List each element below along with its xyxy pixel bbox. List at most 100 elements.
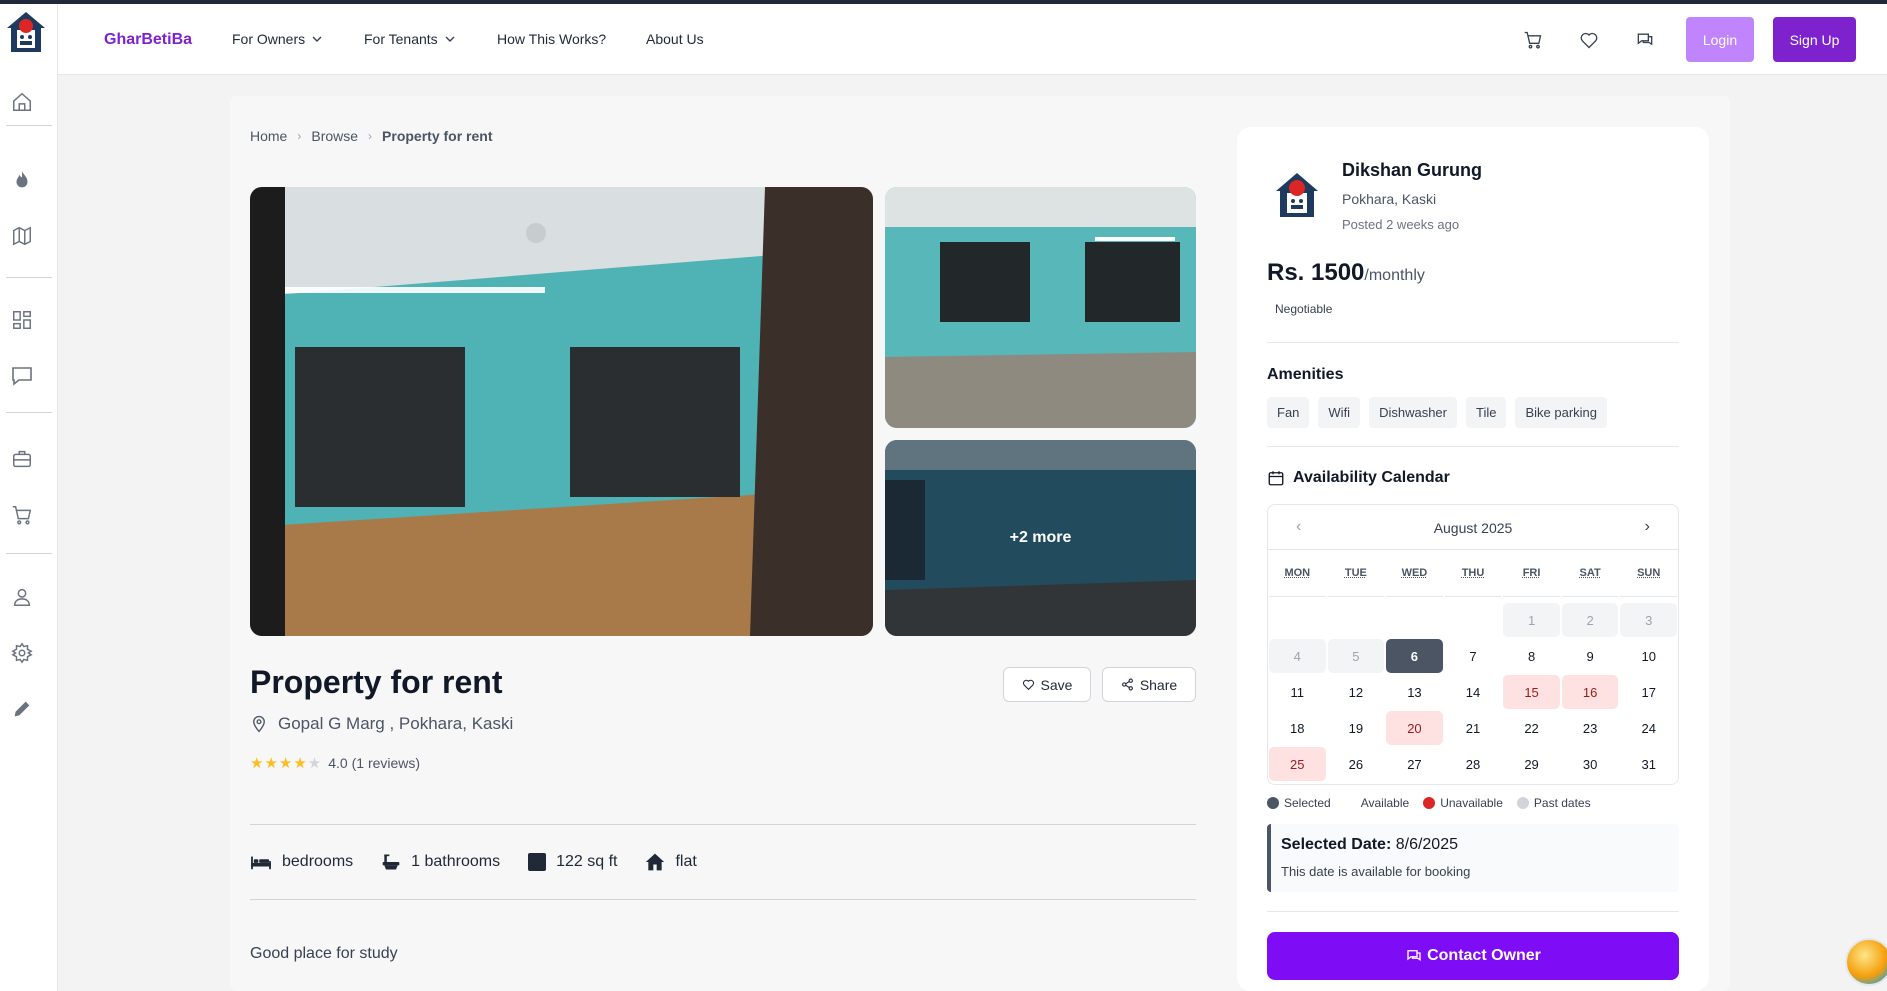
owner-location: Pokhara, Kaski: [1342, 191, 1437, 207]
briefcase-icon[interactable]: [8, 445, 36, 473]
nav-about-us[interactable]: About Us: [646, 31, 704, 47]
more-photos-label[interactable]: +2 more: [885, 440, 1196, 636]
cart-icon[interactable]: [1523, 30, 1545, 52]
calendar-day[interactable]: 6: [1386, 639, 1443, 673]
main-photo[interactable]: [250, 187, 873, 636]
breadcrumb-current: Property for rent: [382, 128, 493, 144]
divider: [1267, 911, 1679, 912]
availability-calendar: ‹ August 2025 › MON TUE WED THU FRI SAT SUN 1 2 3…: [1267, 504, 1679, 785]
rail-divider: [6, 125, 52, 126]
calendar-day[interactable]: 7: [1445, 639, 1502, 673]
home-icon: [646, 853, 665, 871]
user-icon[interactable]: [8, 583, 36, 611]
contact-owner-button[interactable]: Contact Owner: [1267, 932, 1679, 980]
calendar-day: 2: [1561, 603, 1619, 637]
calendar-day[interactable]: 28: [1445, 747, 1502, 781]
chevron-right-icon[interactable]: ›: [1645, 518, 1650, 536]
feature-label: 122 sq ft: [556, 853, 618, 870]
home-icon[interactable]: [8, 88, 36, 116]
legend-label: Unavailable: [1440, 796, 1503, 810]
feature-label: 1 bathrooms: [411, 853, 501, 870]
feature-bathrooms: 1 bathrooms: [381, 852, 500, 872]
gallery-photo[interactable]: [885, 187, 1196, 428]
calendar-day[interactable]: 11: [1269, 675, 1326, 709]
nav-label: How This Works?: [497, 31, 607, 47]
divider: [1267, 446, 1679, 447]
message-icon[interactable]: [8, 362, 36, 390]
rail-divider: [6, 277, 52, 278]
share-icon: [1121, 678, 1133, 691]
property-features: bedrooms 1 bathrooms 122 sq ft flat: [250, 852, 697, 872]
calendar-day[interactable]: 8: [1503, 639, 1560, 673]
nav-how-this-works[interactable]: How This Works?: [497, 31, 606, 47]
negotiable-badge: Negotiable: [1275, 302, 1333, 316]
nav-label: For Owners: [232, 31, 306, 47]
legend-available: Available: [1361, 796, 1409, 810]
owner-avatar[interactable]: [1274, 171, 1320, 221]
calendar-day[interactable]: 21: [1445, 711, 1502, 745]
heart-icon[interactable]: [1579, 30, 1601, 52]
rail-divider: [6, 553, 52, 554]
calendar-day[interactable]: 31: [1620, 747, 1677, 781]
selected-date-box: Selected Date: 8/6/2025 This date is ava…: [1267, 824, 1679, 892]
divider: [250, 899, 1196, 900]
owner-name[interactable]: Dikshan Gurung: [1342, 160, 1482, 181]
settings-icon[interactable]: [8, 639, 36, 667]
calendar-blank: [1445, 603, 1502, 637]
signup-button[interactable]: Sign Up: [1773, 17, 1856, 62]
chat-icon: [1407, 950, 1421, 962]
nav-label: About Us: [646, 31, 704, 47]
amenity-chip: Bike parking: [1515, 397, 1608, 428]
calendar-day: 1: [1503, 603, 1560, 637]
brand-name[interactable]: GharBetiBa: [104, 31, 192, 49]
calendar-day[interactable]: 30: [1562, 747, 1619, 781]
calendar-day[interactable]: 9: [1562, 639, 1619, 673]
login-button[interactable]: Login: [1686, 17, 1754, 62]
bed-icon: [251, 856, 271, 870]
calendar-header: ‹ August 2025 ›: [1268, 505, 1678, 550]
rating-text: 4.0 (1 reviews): [328, 755, 421, 771]
left-rail: [0, 4, 58, 991]
divider: [250, 824, 1196, 825]
breadcrumb-browse[interactable]: Browse: [311, 128, 358, 144]
weekday-label: SUN: [1620, 567, 1677, 597]
nav-for-owners[interactable]: For Owners: [232, 31, 323, 47]
calendar-blank: [1328, 603, 1385, 637]
calendar-day[interactable]: 10: [1620, 639, 1677, 673]
cart-icon[interactable]: [8, 501, 36, 529]
breadcrumb-home[interactable]: Home: [250, 128, 287, 144]
nav-for-tenants[interactable]: For Tenants: [364, 31, 456, 47]
calendar-day[interactable]: 24: [1620, 711, 1677, 745]
gallery-photo[interactable]: +2 more: [885, 440, 1196, 636]
breadcrumb: Home › Browse › Property for rent: [250, 128, 493, 144]
calendar-day[interactable]: 12: [1328, 675, 1385, 709]
map-icon[interactable]: [8, 222, 36, 250]
rail-divider: [6, 412, 52, 413]
calendar-day[interactable]: 22: [1503, 711, 1560, 745]
chevron-down-icon: [445, 36, 455, 42]
edit-icon[interactable]: [8, 695, 36, 723]
unavailable-dot-icon: [1423, 797, 1436, 809]
amenities-title: Amenities: [1267, 366, 1344, 383]
app-logo[interactable]: [5, 10, 47, 56]
chevron-right-icon: ›: [368, 129, 373, 143]
amenity-chip: Wifi: [1318, 397, 1361, 428]
calendar-day[interactable]: 26: [1328, 747, 1385, 781]
amenity-chip: Fan: [1267, 397, 1310, 428]
calendar-day[interactable]: 17: [1620, 675, 1677, 709]
calendar-day[interactable]: 27: [1386, 747, 1443, 781]
chat-icon[interactable]: [1635, 30, 1657, 52]
save-button[interactable]: Save: [1003, 667, 1091, 702]
chat-widget-icon[interactable]: [1845, 938, 1887, 986]
calendar-day[interactable]: 29: [1503, 747, 1560, 781]
calendar-day[interactable]: 19: [1328, 711, 1385, 745]
calendar-legend: Selected Available Unavailable Past date…: [1267, 796, 1591, 810]
calendar-day[interactable]: 23: [1562, 711, 1619, 745]
share-button[interactable]: Share: [1102, 667, 1196, 702]
heart-icon: [1022, 679, 1034, 691]
calendar-day[interactable]: 14: [1445, 675, 1502, 709]
fire-icon[interactable]: [8, 166, 36, 194]
calendar-day[interactable]: 13: [1386, 675, 1443, 709]
dashboard-icon[interactable]: [8, 306, 36, 334]
calendar-day[interactable]: 18: [1269, 711, 1326, 745]
